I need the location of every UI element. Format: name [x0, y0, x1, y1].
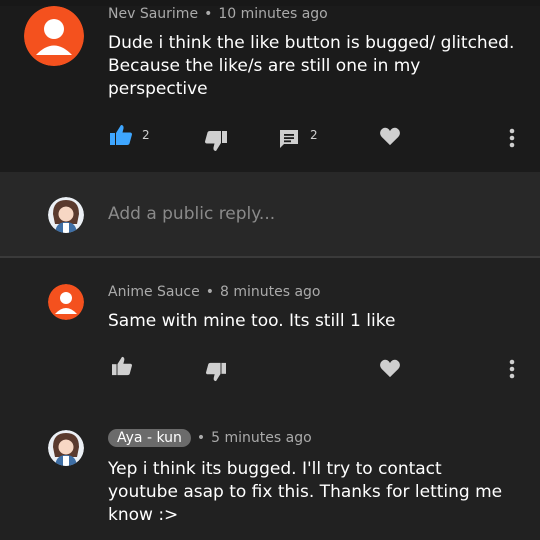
comment-time[interactable]: 5 minutes ago — [211, 430, 312, 446]
heart-icon[interactable] — [379, 358, 401, 378]
thumbs-up-icon[interactable] — [108, 124, 134, 146]
thumbs-down-icon[interactable] — [204, 362, 228, 382]
default-avatar-icon — [48, 284, 84, 320]
default-avatar-icon — [24, 6, 84, 66]
anime-avatar-icon — [48, 197, 84, 233]
heart-icon[interactable] — [379, 126, 401, 146]
avatar[interactable] — [48, 284, 84, 320]
avatar[interactable] — [48, 430, 84, 466]
reply-input[interactable]: Add a public reply... — [108, 204, 275, 224]
more-vert-icon[interactable] — [508, 127, 516, 149]
author-name[interactable]: Nev Saurime — [108, 6, 198, 22]
thumbs-down-icon[interactable] — [204, 130, 228, 152]
anime-avatar-icon — [48, 430, 84, 466]
user-avatar — [48, 197, 84, 233]
meta-separator: • — [196, 430, 206, 446]
comment-meta: Aya - kun • 5 minutes ago — [108, 429, 312, 447]
reply-count: 2 — [310, 128, 318, 142]
meta-separator: • — [205, 284, 214, 300]
meta-separator: • — [204, 6, 213, 22]
comment-text: Same with mine too. Its still 1 like — [108, 311, 396, 331]
comment-text: Dude i think the like button is bugged/ … — [108, 33, 515, 99]
thumbs-up-icon[interactable] — [110, 356, 134, 376]
author-name[interactable]: Anime Sauce — [108, 284, 200, 300]
more-vert-icon[interactable] — [508, 358, 516, 380]
like-count: 2 — [142, 128, 150, 142]
comment-time[interactable]: 10 minutes ago — [218, 6, 327, 22]
comment-icon[interactable] — [278, 128, 300, 150]
comment-time[interactable]: 8 minutes ago — [220, 284, 321, 300]
author-badge[interactable]: Aya - kun — [108, 429, 191, 447]
comment-meta: Anime Sauce • 8 minutes ago — [108, 284, 320, 300]
comment-meta: Nev Saurime • 10 minutes ago — [108, 6, 328, 22]
avatar[interactable] — [24, 6, 84, 66]
comment-text: Yep i think its bugged. I'll try to cont… — [108, 459, 503, 525]
